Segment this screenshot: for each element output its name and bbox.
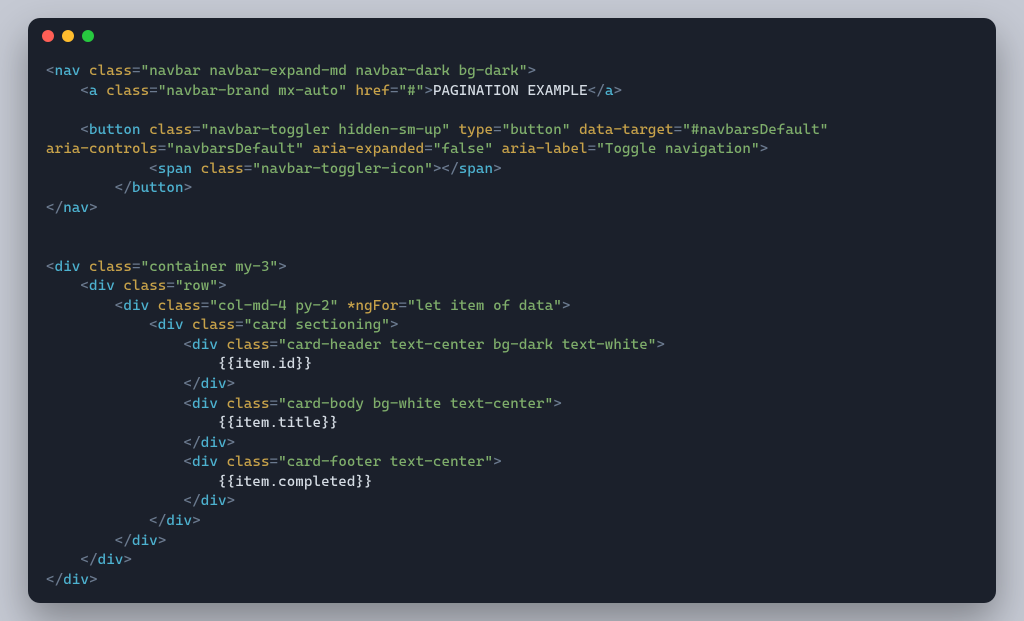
code-editor[interactable]: <nav class="navbar navbar-expand-md navb… — [28, 54, 996, 603]
window-titlebar — [28, 18, 996, 54]
close-icon[interactable] — [42, 30, 54, 42]
minimize-icon[interactable] — [62, 30, 74, 42]
code-window: <nav class="navbar navbar-expand-md navb… — [28, 18, 996, 603]
zoom-icon[interactable] — [82, 30, 94, 42]
